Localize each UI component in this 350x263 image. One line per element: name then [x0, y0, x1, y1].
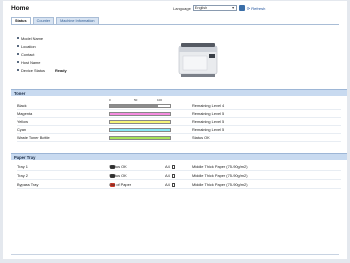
language-select[interactable]: English ▼ [192, 5, 237, 11]
bullet-icon [17, 61, 19, 63]
toner-status: Remaining Level 5 [192, 119, 225, 124]
toner-level-fill [110, 120, 170, 123]
language-bar: Language English ▼ ⟳ Refresh [173, 5, 265, 11]
info-row-model-name: Model Name [17, 34, 67, 42]
tray-paper-type: Middle Thick Paper (75-90g/m2) [192, 182, 248, 187]
toner-status: Remaining Level 4 [192, 103, 225, 108]
tray-paper-type: Middle Thick Paper (75-90g/m2) [192, 164, 248, 169]
info-row-host-name: Host Name [17, 58, 67, 66]
tray-name: Bypass Tray [17, 182, 39, 187]
tray-size: A4 [165, 182, 175, 187]
toner-status: Remaining Level 5 [192, 127, 225, 132]
toner-row: Yellow Remaining Level 5 [17, 118, 341, 126]
toner-name: Waste Toner Bottle [17, 135, 50, 140]
bullet-icon [17, 53, 19, 55]
language-label: Language [173, 5, 191, 11]
toner-level-bar [109, 135, 171, 140]
toner-name: Cyan [17, 127, 27, 132]
tray-row: Tray 2 Status OK A4 Middle Thick Paper (75-… [17, 172, 341, 180]
info-label: Model Name [21, 35, 44, 41]
refresh-button[interactable]: ⟳ Refresh [247, 6, 266, 11]
paper-icon [171, 173, 175, 178]
tray-size: A4 [165, 164, 175, 169]
footer-divider [11, 254, 339, 255]
tray-size: A4 [165, 173, 175, 178]
toner-section-header: Toner [11, 89, 347, 96]
tray-size-label: A4 [165, 173, 170, 178]
toner-level-fill [110, 128, 170, 131]
info-label: Location [21, 43, 36, 49]
tab-machine-information[interactable]: Machine Information [56, 17, 99, 24]
toner-status: Status OK [192, 135, 210, 140]
info-label: Contact [21, 51, 35, 57]
page-title: Home [11, 5, 30, 12]
chevron-down-icon: ▼ [231, 6, 235, 10]
toner-row: Magenta Remaining Level 5 [17, 110, 341, 118]
toner-level-fill [110, 104, 158, 107]
tab-status[interactable]: Status [11, 17, 31, 24]
toner-status: Remaining Level 5 [192, 111, 225, 116]
info-row-contact: Contact [17, 50, 67, 58]
bullet-icon [17, 69, 19, 71]
tray-name: Tray 2 [17, 173, 28, 178]
toner-level-bar [109, 111, 171, 116]
printer-image [178, 43, 218, 77]
tray-row: Tray 1 Status OK A4 Middle Thick Paper (75-… [17, 163, 341, 171]
device-info-list: Model Name Location Contact Host Name De… [17, 34, 67, 74]
toner-row: Waste Toner Bottle Status OK [17, 134, 341, 142]
paper-tray-section-header: Paper Tray [11, 153, 347, 160]
page: Home Language English ▼ ⟳ Refresh Status… [3, 1, 347, 259]
tray-size-label: A4 [165, 182, 170, 187]
tray-status: Out of Paper [109, 182, 132, 187]
device-status-value: Ready [55, 67, 67, 73]
refresh-label: Refresh [251, 5, 266, 11]
tab-bar: Status Counter Machine Information [11, 17, 99, 24]
bullet-icon [17, 37, 19, 39]
toner-level-fill [110, 136, 170, 139]
tray-status: Status OK [109, 164, 127, 169]
tray-name: Tray 1 [17, 164, 28, 169]
tray-row: Bypass Tray Out of Paper A4 Middle Thick Pa… [17, 181, 341, 189]
toner-row: Black Remaining Level 4 [17, 102, 341, 110]
toner-level-bar [109, 103, 171, 108]
toner-row: Cyan Remaining Level 5 [17, 126, 341, 134]
tray-size-label: A4 [165, 164, 170, 169]
tab-divider [11, 24, 339, 25]
apply-language-button[interactable] [238, 5, 245, 11]
toner-level-bar [109, 119, 171, 124]
tab-counter[interactable]: Counter [32, 17, 55, 24]
toner-name: Magenta [17, 111, 33, 116]
toner-level-bar [109, 127, 171, 132]
bullet-icon [17, 45, 19, 47]
refresh-icon: ⟳ [246, 5, 251, 11]
info-label: Host Name [21, 59, 41, 65]
tray-paper-type: Middle Thick Paper (75-90g/m2) [192, 173, 248, 178]
info-row-location: Location [17, 42, 67, 50]
tray-status: Status OK [109, 173, 127, 178]
toner-level-fill [110, 112, 170, 115]
paper-icon [171, 164, 175, 169]
info-label: Device Status [21, 67, 46, 73]
info-row-device-status: Device Status Ready [17, 66, 67, 74]
language-value: English [194, 6, 208, 10]
toner-name: Yellow [17, 119, 29, 124]
paper-icon [171, 182, 175, 187]
toner-name: Black [17, 103, 27, 108]
